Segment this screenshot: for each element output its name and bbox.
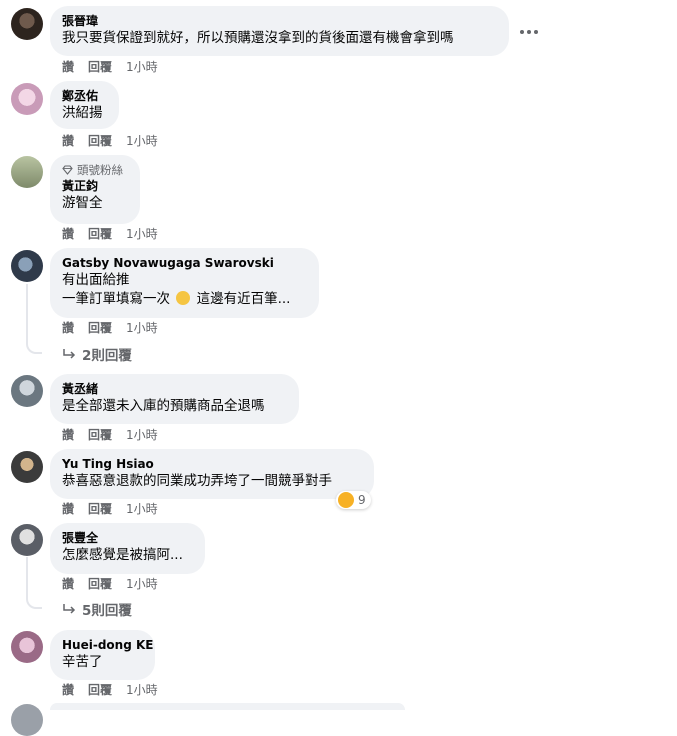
comment-actions: 讚 回覆 1小時 (62, 576, 158, 592)
diamond-icon (62, 165, 73, 175)
reply-button[interactable]: 回覆 (88, 682, 112, 698)
reply-button[interactable]: 回覆 (88, 576, 112, 592)
sad-emoji-icon (338, 492, 354, 508)
comment-text: 有出面給推 (62, 272, 130, 288)
top-fan-badge: 頭號粉絲 (62, 162, 128, 178)
avatar[interactable] (11, 250, 43, 282)
comment-author[interactable]: 黃正鈞 (62, 178, 128, 194)
avatar[interactable] (11, 704, 43, 736)
reply-button[interactable]: 回覆 (88, 133, 112, 149)
comment-text: 恭喜惡意退款的同業成功弄垮了一間競爭對手 (62, 473, 332, 489)
comment-timestamp[interactable]: 1小時 (126, 576, 158, 592)
comment-text: 洪紹揚 (62, 105, 103, 121)
comment-text-line: 一筆訂單填寫一次 這邊有近百筆... (62, 290, 307, 309)
comment-timestamp[interactable]: 1小時 (126, 682, 158, 698)
replies-count: 2則回覆 (82, 348, 132, 364)
pleading-emoji-icon (176, 291, 191, 305)
avatar[interactable] (11, 631, 43, 663)
badge-label: 頭號粉絲 (77, 163, 123, 177)
more-options-icon[interactable] (515, 22, 543, 42)
comment-author[interactable]: 黃丞緒 (62, 381, 287, 397)
reply-button[interactable]: 回覆 (88, 59, 112, 75)
comment-text: 辛苦了 (62, 654, 103, 670)
comment-bubble: Gatsby Novawugaga Swarovski 有出面給推 一筆訂單填寫… (50, 248, 319, 318)
reply-button[interactable]: 回覆 (88, 501, 112, 517)
avatar[interactable] (11, 83, 43, 115)
comment-timestamp[interactable]: 1小時 (126, 133, 158, 149)
comment-timestamp[interactable]: 1小時 (126, 226, 158, 242)
comment-actions: 讚 回覆 1小時 (62, 133, 158, 149)
view-replies-link[interactable]: 5則回覆 (62, 599, 132, 619)
reaction-summary[interactable]: 9 (336, 491, 371, 509)
comment-bubble: 張晉瑋 我只要貨保證到就好，所以預購還沒拿到的貨後面還有機會拿到嗎 (50, 6, 509, 56)
reaction-count: 9 (358, 493, 366, 507)
comment-text: 我只要貨保證到就好，所以預購還沒拿到的貨後面還有機會拿到嗎 (62, 30, 454, 46)
like-button[interactable]: 讚 (62, 501, 74, 517)
avatar[interactable] (11, 524, 43, 556)
comment-actions: 讚 回覆 1小時 (62, 320, 158, 336)
reply-button[interactable]: 回覆 (88, 320, 112, 336)
like-button[interactable]: 讚 (62, 226, 74, 242)
comment-bubble: 黃丞緒 是全部還未入庫的預購商品全退嗎 (50, 374, 299, 424)
like-button[interactable]: 讚 (62, 576, 74, 592)
comment-bubble: Huei-dong KE 辛苦了 (50, 630, 155, 680)
comment-author[interactable]: Yu Ting Hsiao (62, 456, 362, 472)
comment-actions: 讚 回覆 1小時 (62, 226, 158, 242)
comment-bubble: 鄭丞佑 洪紹揚 (50, 81, 119, 129)
comment-text-segment: 這邊有近百筆... (196, 291, 291, 307)
comment-text-segment: 一筆訂單填寫一次 (62, 291, 170, 307)
avatar[interactable] (11, 451, 43, 483)
reply-button[interactable]: 回覆 (88, 427, 112, 443)
reply-arrow-icon (63, 604, 76, 614)
comment-author[interactable]: Huei-dong KE (62, 637, 153, 653)
comment-actions: 讚 回覆 1小時 (62, 501, 158, 517)
like-button[interactable]: 讚 (62, 133, 74, 149)
comment-timestamp[interactable]: 1小時 (126, 320, 158, 336)
comment-bubble: 張豐全 怎麼感覺是被搞阿... (50, 523, 205, 574)
comment-timestamp[interactable]: 1小時 (126, 59, 158, 75)
comment-timestamp[interactable]: 1小時 (126, 427, 158, 443)
reply-button[interactable]: 回覆 (88, 226, 112, 242)
comment-author[interactable]: Gatsby Novawugaga Swarovski (62, 255, 307, 271)
like-button[interactable]: 讚 (62, 427, 74, 443)
comment-timestamp[interactable]: 1小時 (126, 501, 158, 517)
comment-text: 是全部還未入庫的預購商品全退嗎 (62, 398, 265, 414)
thread-line (26, 557, 28, 597)
avatar[interactable] (11, 8, 43, 40)
comment-actions: 讚 回覆 1小時 (62, 682, 158, 698)
comment-author[interactable]: 張晉瑋 (62, 13, 497, 29)
comment-bubble: 頭號粉絲 黃正鈞 游智全 (50, 155, 140, 224)
like-button[interactable]: 讚 (62, 320, 74, 336)
comment-text: 游智全 (62, 195, 103, 211)
comment-bubble (50, 703, 405, 710)
comment-text: 怎麼感覺是被搞阿... (62, 547, 183, 563)
comment-actions: 讚 回覆 1小時 (62, 427, 158, 443)
reply-arrow-icon (63, 349, 76, 359)
thread-line (26, 284, 28, 342)
avatar[interactable] (11, 375, 43, 407)
thread-connector (26, 597, 42, 609)
avatar[interactable] (11, 156, 43, 188)
comment-bubble: Yu Ting Hsiao 恭喜惡意退款的同業成功弄垮了一間競爭對手 (50, 449, 374, 499)
view-replies-link[interactable]: 2則回覆 (62, 344, 132, 364)
like-button[interactable]: 讚 (62, 59, 74, 75)
comment-author[interactable]: 張豐全 (62, 530, 193, 546)
comment-author[interactable]: 鄭丞佑 (62, 88, 107, 104)
like-button[interactable]: 讚 (62, 682, 74, 698)
replies-count: 5則回覆 (82, 603, 132, 619)
comment-actions: 讚 回覆 1小時 (62, 59, 158, 75)
thread-connector (26, 342, 42, 354)
